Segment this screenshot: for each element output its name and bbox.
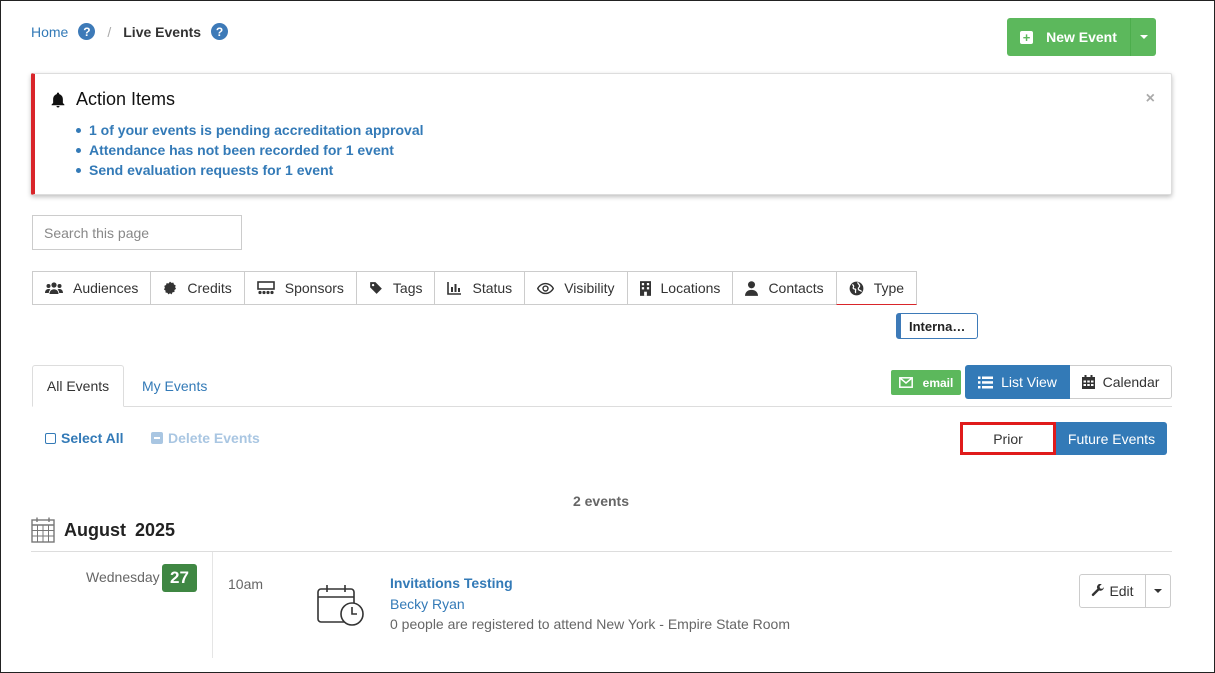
sponsors-icon <box>256 281 275 295</box>
minus-square-icon <box>151 432 163 444</box>
action-items-title: Action Items <box>49 89 175 110</box>
checkbox-icon <box>45 432 56 444</box>
action-items-alert: Action Items × 1 of your events is pendi… <box>31 73 1172 195</box>
edit-dropdown-toggle[interactable] <box>1146 574 1171 608</box>
edit-button[interactable]: Edit <box>1079 574 1146 608</box>
event-description: 0 people are registered to attend New Yo… <box>390 616 790 632</box>
eye-icon <box>537 282 555 294</box>
action-item-link[interactable]: 1 of your events is pending accreditatio… <box>76 120 424 140</box>
event-count: 2 events <box>572 493 630 509</box>
list-icon <box>978 376 994 388</box>
prior-events-button[interactable]: Prior <box>960 422 1056 455</box>
filter-visibility[interactable]: Visibility <box>524 271 627 305</box>
tab-all-events[interactable]: All Events <box>32 365 124 407</box>
calendar-grid-icon <box>31 517 55 543</box>
caret-down-icon <box>1139 35 1148 39</box>
filter-tags[interactable]: Tags <box>355 271 435 305</box>
new-event-dropdown-toggle[interactable] <box>1131 18 1156 56</box>
month-header: August 2025 <box>31 517 175 543</box>
event-host-link[interactable]: Becky Ryan <box>390 596 465 612</box>
month-divider <box>31 551 1172 552</box>
view-toggle: List View Calendar <box>965 365 1172 399</box>
filter-credits[interactable]: Credits <box>150 271 244 305</box>
building-icon <box>639 280 651 296</box>
event-time: 10am <box>228 576 264 592</box>
filter-contacts[interactable]: Contacts <box>732 271 836 305</box>
calendar-view-button[interactable]: Calendar <box>1070 365 1172 399</box>
tabs-divider <box>32 406 1172 407</box>
new-event-button[interactable]: + New Event <box>1007 18 1131 56</box>
breadcrumb: Home ? / Live Events ? <box>31 23 229 40</box>
action-item-link[interactable]: Attendance has not been recorded for 1 e… <box>76 140 424 160</box>
search-input[interactable] <box>32 215 242 250</box>
envelope-icon <box>898 377 913 388</box>
filter-bar: Audiences Credits Sponsors Tags Status V… <box>32 271 918 305</box>
delete-events-button[interactable]: Delete Events <box>151 430 260 446</box>
type-filter-chip[interactable]: Interna… <box>896 313 978 339</box>
action-items-list: 1 of your events is pending accreditatio… <box>76 120 424 180</box>
user-icon <box>745 280 759 296</box>
tag-icon <box>370 282 382 294</box>
future-events-button[interactable]: Future Events <box>1056 422 1167 455</box>
select-all-button[interactable]: Select All <box>45 430 124 446</box>
help-icon[interactable]: ? <box>78 23 96 40</box>
edit-split-button: Edit <box>1079 574 1171 608</box>
new-event-split-button: + New Event <box>1007 18 1156 56</box>
filter-type[interactable]: Type <box>835 271 918 305</box>
list-view-button[interactable]: List View <box>965 365 1070 399</box>
wrench-icon <box>1092 584 1105 597</box>
bar-chart-icon <box>447 282 462 295</box>
email-button[interactable]: email <box>891 370 961 395</box>
action-item-link[interactable]: Send evaluation requests for 1 event <box>76 160 424 180</box>
breadcrumb-home-link[interactable]: Home <box>31 24 68 40</box>
calendar-icon <box>1081 375 1095 389</box>
event-weekday: Wednesday <box>86 569 160 585</box>
bell-icon <box>51 92 65 107</box>
users-icon <box>45 282 63 294</box>
event-day-badge: 27 <box>162 564 197 592</box>
event-title-link[interactable]: Invitations Testing <box>390 575 513 591</box>
tab-my-events[interactable]: My Events <box>142 378 207 394</box>
new-event-label: New Event <box>1046 29 1117 45</box>
breadcrumb-separator: / <box>107 23 112 40</box>
calendar-clock-icon <box>316 584 366 631</box>
caret-down-icon <box>1154 589 1162 593</box>
breadcrumb-current: Live Events <box>123 23 202 40</box>
badge-icon <box>164 281 177 295</box>
event-date-divider <box>212 552 213 658</box>
filter-locations[interactable]: Locations <box>626 271 733 305</box>
close-icon[interactable]: × <box>1146 90 1155 108</box>
globe-icon <box>849 281 864 295</box>
filter-status[interactable]: Status <box>434 271 525 305</box>
plus-square-icon: + <box>1020 30 1034 44</box>
filter-sponsors[interactable]: Sponsors <box>243 271 356 305</box>
month-name: August <box>64 519 126 540</box>
month-year: 2025 <box>135 519 176 540</box>
filter-audiences[interactable]: Audiences <box>32 271 151 305</box>
help-icon[interactable]: ? <box>211 23 229 40</box>
